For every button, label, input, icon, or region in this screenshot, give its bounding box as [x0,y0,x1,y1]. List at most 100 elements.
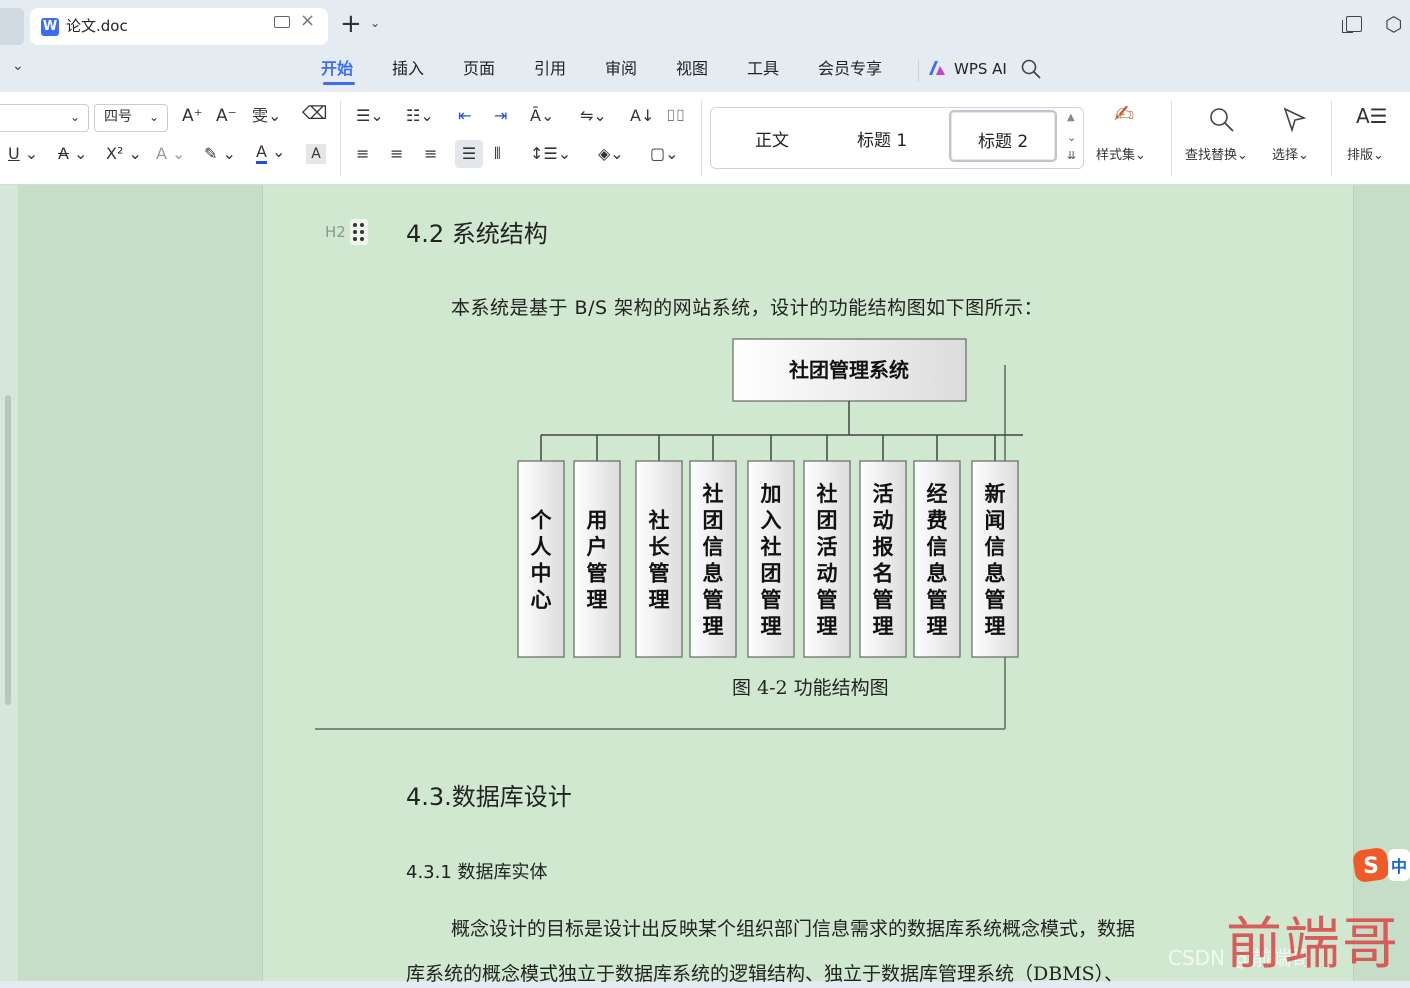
decrease-indent-icon[interactable]: ⇤ [458,106,471,126]
menu-member[interactable]: 会员专享 [818,58,882,80]
style-heading-1[interactable]: 标题 1 [857,126,907,151]
eraser-icon[interactable]: ⌫ [302,104,327,124]
document-page: H2 4.2 系统结构 本系统是基于 B/S 架构的网站系统，设计的功能结构图如… [262,185,1354,985]
diagram-child-node[interactable]: 个人中心 [517,460,565,658]
menu-tools[interactable]: 工具 [747,58,779,80]
text-direction-icon[interactable]: Ā⌄ [530,106,554,126]
shrink-font-icon[interactable]: A⁻ [216,106,237,126]
diagram-child-node[interactable]: 社团信息管理 [689,460,737,658]
layout-icon: A☰ [1356,104,1388,128]
diagram-root-label: 社团管理系统 [788,358,909,382]
monitor-icon[interactable] [274,16,290,28]
style-set-button[interactable]: 样式集⌄ [1096,146,1146,166]
figure-caption[interactable]: 图 4-2 功能结构图 [732,675,889,701]
highlight-icon[interactable]: ✎ ⌄ [204,144,236,164]
bullet-list-icon[interactable]: ☰⌄ [356,106,384,126]
style-heading-2: 标题 2 [978,132,1029,152]
distributed-align-icon[interactable]: ⫴ [494,144,501,164]
ribbon-divider [1171,100,1172,176]
text-effect-icon[interactable]: A ⌄ [156,144,185,164]
heading-4-3[interactable]: 4.3.数据库设计 [406,781,572,813]
strikethrough-icon[interactable]: A ⌄ [58,144,87,164]
ribbon-divider [1331,100,1332,176]
chevron-down-icon: ⌄ [70,110,81,124]
diagram-child-node[interactable]: 活动报名管理 [859,460,907,658]
menu-insert[interactable]: 插入 [392,58,424,80]
heading-4-2[interactable]: 4.2 系统结构 [406,218,548,250]
align-right-icon[interactable]: ≡ [424,144,437,164]
diagram-child-box [635,460,683,658]
font-size-value: 四号 [104,109,132,125]
sort-icon[interactable]: ⇋⌄ [580,106,607,126]
document-tab[interactable]: W 论文.doc × [30,8,328,45]
heading-level-marker: H2 [325,223,346,241]
diagram-child-node[interactable]: 社长管理 [635,460,683,658]
style-normal[interactable]: 正文 [755,126,789,151]
borders-icon[interactable]: ▢⌄ [650,144,679,164]
diagram-child-box [573,460,621,658]
scroll-down-icon[interactable]: ⌄ [1067,128,1076,148]
diagram-child-node[interactable]: 经费信息管理 [913,460,961,658]
show-marks-icon[interactable]: ⌷⌷ [666,106,685,126]
styles-gallery: 正文 标题 1 标题 2 ▲ ⌄ ⇊ [710,107,1084,169]
expand-gallery-icon[interactable]: ⇊ [1067,146,1076,166]
drag-handle-icon[interactable] [350,219,368,245]
ime-mode-label: 中 [1391,857,1407,876]
justify-icon[interactable]: ☰ [455,140,483,168]
numbered-list-icon[interactable]: ☷⌄ [406,106,434,126]
ime-status-widget[interactable]: S 中 [1352,845,1410,885]
search-icon[interactable] [1020,58,1042,80]
sort-az-icon[interactable]: A↓ [630,106,654,126]
align-center-icon[interactable]: ≡ [390,144,403,164]
style-heading-2-selected[interactable]: 标题 2 [949,110,1057,162]
chevron-down-icon: ⌄ [149,110,160,124]
menu-wps-ai[interactable]: WPS AI [954,58,1007,80]
chevron-down-icon[interactable]: ⌄ [370,16,380,30]
restore-window-icon[interactable] [1342,16,1362,33]
font-color-icon[interactable]: A ⌄ [256,142,285,164]
collapse-ribbon-icon[interactable]: ⌄ [12,58,24,74]
align-left-icon[interactable]: ≡ [356,144,369,164]
wps-ai-icon [929,61,945,75]
underline-icon[interactable]: U ⌄ [8,144,38,164]
menu-view[interactable]: 视图 [676,58,708,80]
menu-home[interactable]: 开始 [321,58,353,80]
font-size-select[interactable]: 四号 ⌄ [94,104,168,132]
diagram-child-node[interactable]: 加入社团管理 [747,460,795,658]
previous-tab[interactable] [0,8,24,45]
plus-icon[interactable]: + [340,10,362,38]
increase-indent-icon[interactable]: ⇥ [494,106,507,126]
ribbon-divider [701,100,702,176]
menu-review[interactable]: 审阅 [605,58,637,80]
active-tab-indicator [323,82,355,85]
diagram-child-node[interactable]: 用户管理 [573,460,621,658]
body-paragraph-line-1[interactable]: 概念设计的目标是设计出反映某个组织部门信息需求的数据库系统概念模式，数据 [451,915,1135,943]
menu-references[interactable]: 引用 [534,58,566,80]
cube-icon[interactable]: ⬡ [1385,12,1402,36]
title-bar: W 论文.doc × + ⌄ ⬡ [0,0,1410,52]
diagram-root-node[interactable]: 社团管理系统 [732,338,967,402]
find-replace-button[interactable]: 查找替换⌄ [1185,146,1248,166]
paragraph-shading-icon[interactable]: ◈⌄ [598,144,624,164]
diagram-child-node[interactable]: 社团活动管理 [803,460,851,658]
scroll-up-icon[interactable]: ▲ [1067,108,1075,128]
diagram-child-node[interactable]: 新闻信息管理 [971,460,1019,658]
select-button[interactable]: 选择⌄ [1272,146,1309,166]
line-spacing-icon[interactable]: ↕☰⌄ [530,144,571,164]
superscript-icon[interactable]: X² ⌄ [106,144,142,164]
menu-page[interactable]: 页面 [463,58,495,80]
diagram-child-box [517,460,565,658]
close-icon[interactable]: × [300,10,315,31]
find-replace-icon [1210,108,1234,132]
char-shading-icon[interactable]: A [306,144,326,164]
intro-paragraph[interactable]: 本系统是基于 B/S 架构的网站系统，设计的功能结构图如下图所示： [451,295,1043,321]
layout-button[interactable]: 排版⌄ [1347,146,1384,166]
phonetic-guide-icon[interactable]: 雯⌄ [252,106,281,126]
font-name-select[interactable]: ⌄ [0,104,89,132]
ribbon-toolbar: ⌄ 四号 ⌄ A⁺ A⁻ 雯⌄ ⌫ U ⌄ A ⌄ X² ⌄ A ⌄ ✎ ⌄ A… [0,92,1410,185]
heading-4-3-1[interactable]: 4.3.1 数据库实体 [406,861,548,885]
body-paragraph-line-2[interactable]: 库系统的概念模式独立于数据库系统的逻辑结构、独立于数据库管理系统（DBMS）、 [406,960,1123,988]
function-structure-diagram[interactable]: 社团管理系统 个人中心用户管理社长管理社团信息管理加入社团管理社团活动管理活动报… [303,335,1023,735]
vertical-scrollbar[interactable] [5,395,11,705]
grow-font-icon[interactable]: A⁺ [182,106,203,126]
